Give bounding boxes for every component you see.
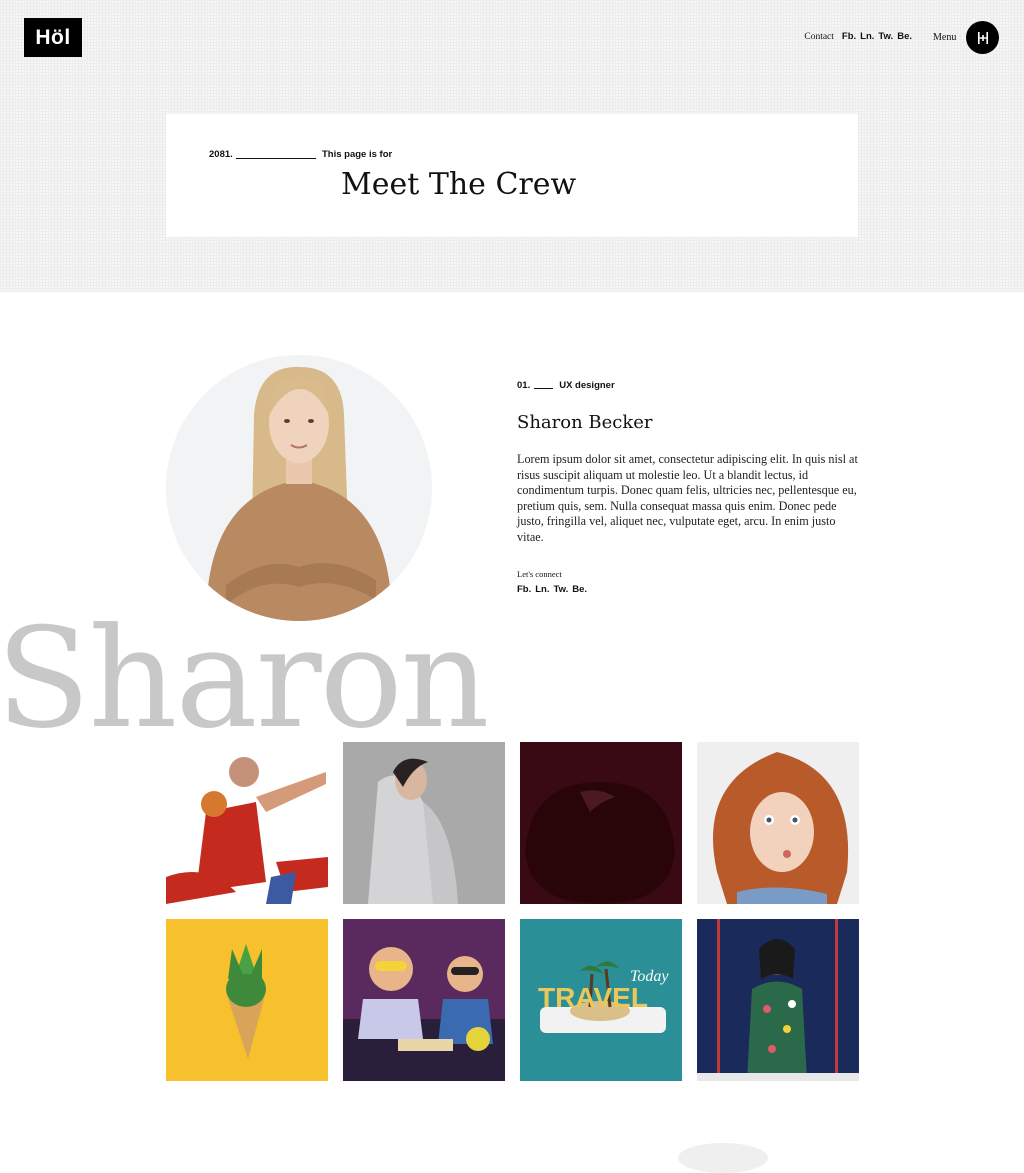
name-watermark: Sharon: [0, 598, 490, 759]
gallery-tile-stage[interactable]: [697, 919, 859, 1081]
member-role: 01. UX designer: [517, 380, 615, 391]
logo[interactable]: Höl: [24, 18, 82, 57]
menu-icon: [977, 31, 988, 44]
portrait-image: [166, 355, 432, 621]
member-social-tw[interactable]: Tw.: [554, 584, 569, 595]
menu-label[interactable]: Menu: [933, 32, 956, 43]
gallery-tile-kids[interactable]: [343, 919, 505, 1081]
top-nav: Contact Fb. Ln. Tw. Be.: [804, 31, 916, 42]
kicker-label: This page is for: [322, 149, 393, 160]
member-social-be[interactable]: Be.: [572, 584, 587, 595]
next-member-portrait-edge: [678, 1143, 768, 1173]
member-social: Fb. Ln. Tw. Be.: [517, 584, 591, 595]
gallery-image: [697, 919, 859, 1081]
member-number: 01.: [517, 380, 531, 391]
member-portrait: [166, 355, 432, 621]
member-name: Sharon Becker: [517, 412, 653, 433]
travel-overlay-script: Today: [630, 968, 669, 985]
connect-label: Let's connect: [517, 569, 562, 579]
gallery-image: [166, 919, 328, 1081]
member-bio: Lorem ipsum dolor sit amet, consectetur …: [517, 452, 858, 544]
title-card: 2081. This page is for Meet The Crew: [166, 114, 858, 237]
gallery-image: [343, 919, 505, 1081]
gallery-tile-fruit[interactable]: [520, 742, 682, 904]
social-link-be[interactable]: Be.: [897, 31, 912, 42]
gallery-tile-travel[interactable]: TRAVEL Today: [520, 919, 682, 1081]
gallery-tile-basketball[interactable]: [166, 742, 328, 904]
role-divider: [534, 388, 554, 389]
gallery-image: TRAVEL Today: [520, 919, 682, 1081]
member-social-ln[interactable]: Ln.: [535, 584, 549, 595]
social-link-ln[interactable]: Ln.: [860, 31, 874, 42]
gallery-tile-redhair[interactable]: [697, 742, 859, 904]
member-role-label: UX designer: [559, 380, 615, 391]
member-social-fb[interactable]: Fb.: [517, 584, 531, 595]
gallery-image: [166, 742, 328, 904]
social-link-fb[interactable]: Fb.: [842, 31, 856, 42]
kicker-divider: [236, 158, 316, 159]
gallery-image: [520, 742, 682, 904]
social-link-tw[interactable]: Tw.: [878, 31, 893, 42]
kicker-number: 2081.: [209, 149, 233, 160]
menu-button[interactable]: [966, 21, 999, 54]
gallery-image: [343, 742, 505, 904]
page-title: Meet The Crew: [341, 167, 577, 202]
gallery-tile-pineapple[interactable]: [166, 919, 328, 1081]
gallery-image: [697, 742, 859, 904]
gallery-tile-hoodie[interactable]: [343, 742, 505, 904]
travel-overlay-text: TRAVEL: [538, 982, 648, 1013]
contact-link[interactable]: Contact: [804, 32, 834, 42]
